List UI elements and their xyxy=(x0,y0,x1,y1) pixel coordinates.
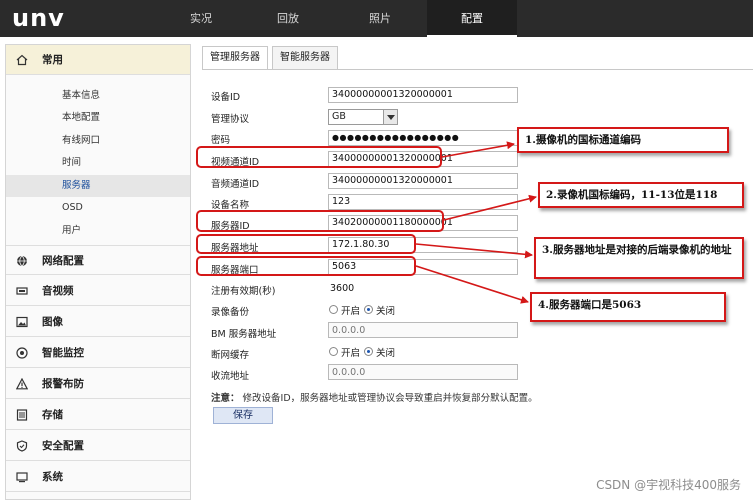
arrow-1 xyxy=(441,141,515,158)
arrow-2 xyxy=(443,194,537,221)
annotation-callout-1: 1.摄像机的国标通道编码 xyxy=(517,127,729,153)
arrow-4 xyxy=(415,265,529,304)
annotation-callout-4: 4.服务器端口是5063 xyxy=(530,292,726,322)
annotation-callout-3: 3.服务器地址是对接的后端录像机的地址 xyxy=(534,237,744,279)
arrow-3 xyxy=(415,243,533,259)
watermark: CSDN @宇视科技400服务 xyxy=(596,478,741,492)
annotation-callout-2: 2.录像机国标编码，11-13位是118 xyxy=(538,182,744,208)
